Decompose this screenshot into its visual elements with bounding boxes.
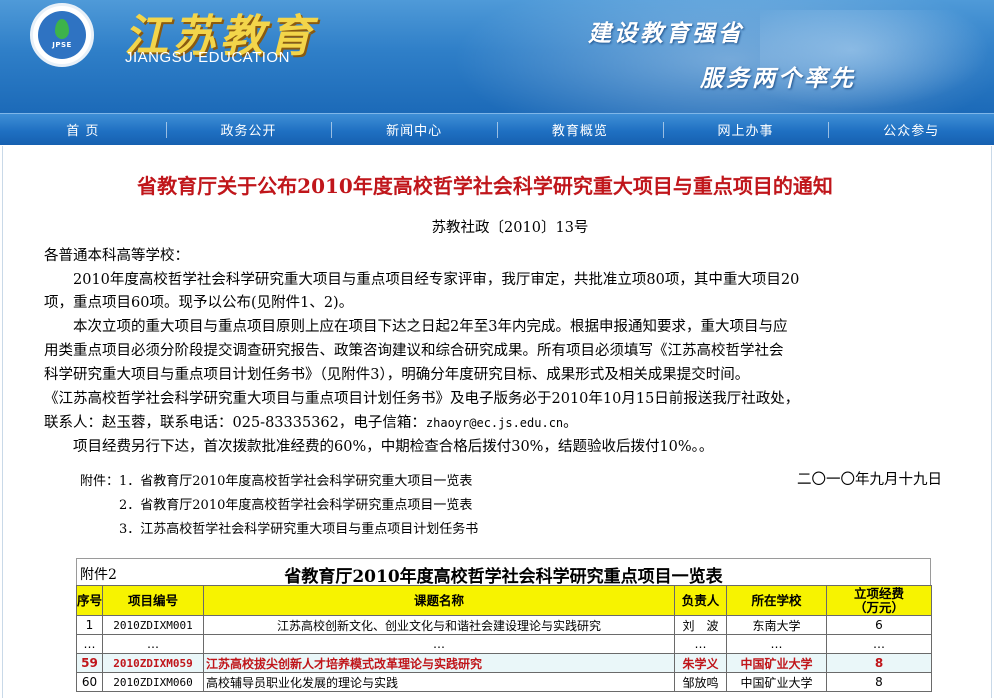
header-no: 序号 [76, 585, 103, 616]
cell-code: 2010ZDIXM059 [102, 653, 204, 673]
table-row-highlighted: 59 2010ZDIXM059 江苏高校拔尖创新人才培养模式改革理论与实践研究 … [76, 653, 932, 673]
cell-fund: 6 [826, 615, 932, 635]
paragraph-2-line-4: 《江苏高校哲学社会科学研究重大项目与重点项目计划任务书》及电子版务必于2010年… [44, 391, 800, 407]
header-leader: 负责人 [674, 585, 727, 616]
salutation: 各普通本科高等学校： [44, 248, 189, 264]
cell-leader: 邹放鸣 [674, 672, 727, 692]
table-caption: 省教育厅2010年度高校哲学社会科学研究重点项目一览表 [284, 567, 723, 587]
table-row: 1 2010ZDIXM001 江苏高校创新文化、创业文化与和谐社会建设理论与实践… [76, 615, 932, 635]
contact-end: 。 [563, 415, 578, 431]
header-code: 项目编号 [102, 585, 204, 616]
cell-leader: 朱学义 [674, 653, 727, 673]
attachment-link-2[interactable]: 2．省教育厅2010年度高校哲学社会科学研究重点项目一览表 [80, 494, 472, 513]
attachment-link-1[interactable]: 附件：1．省教育厅2010年度高校哲学社会科学研究重大项目一览表 [80, 470, 472, 489]
header-fund-line-2: （万元） [853, 599, 904, 615]
cell-code: 2010ZDIXM001 [102, 615, 204, 635]
cell-topic: 江苏高校拔尖创新人才培养模式改革理论与实践研究 [203, 653, 675, 673]
cell-no: … [76, 634, 103, 654]
nav-item-public-participation[interactable]: 公众参与 [828, 114, 994, 145]
paragraph-3: 项目经费另行下达，首次拨款批准经费的60%，中期检查合格后拨付30%，结题验收后… [44, 439, 714, 455]
header-banner: JPSE 江苏教育 JIANGSU EDUCATION 建设教育强省 服务两个率… [0, 0, 994, 113]
nav-item-home[interactable]: 首 页 [0, 114, 166, 145]
cell-leader: … [674, 634, 727, 654]
cell-code: 2010ZDIXM060 [102, 672, 204, 692]
nav-item-government-affairs[interactable]: 政务公开 [165, 114, 332, 145]
header-school: 所在学校 [726, 585, 827, 616]
slogan-1: 建设教育强省 [588, 21, 744, 47]
project-table: 序号 项目编号 课题名称 负责人 所在学校 立项经费 （万元） 1 2010ZDI… [76, 585, 932, 692]
cell-school: … [726, 634, 827, 654]
leaf-icon [55, 19, 69, 39]
header-fund-line-1: 立项经费 [853, 585, 904, 601]
article-title: 省教育厅关于公布2010年度高校哲学社会科学研究重大项目与重点项目的通知 [137, 174, 833, 198]
cell-fund: 8 [826, 672, 932, 692]
logo-abbr: JPSE [52, 41, 72, 49]
paragraph-2-line-2: 用类重点项目必须分阶段提交调查研究报告、政策咨询建议和综合研究成果。所有项目必须… [44, 343, 784, 359]
site-title-en: JIANGSU EDUCATION [125, 49, 290, 66]
cell-no: 60 [76, 672, 103, 692]
header-topic: 课题名称 [203, 585, 675, 616]
cell-leader: 刘 波 [674, 615, 727, 635]
cell-no: 59 [76, 653, 103, 673]
attachment-link-3[interactable]: 3．江苏高校哲学社会科学研究重大项目与重点项目计划任务书 [80, 518, 478, 537]
cell-code: … [102, 634, 204, 654]
cell-topic: … [203, 634, 675, 654]
cell-topic: 江苏高校创新文化、创业文化与和谐社会建设理论与实践研究 [203, 615, 675, 635]
table-caption-bar: 附件2 省教育厅2010年度高校哲学社会科学研究重点项目一览表 [76, 558, 931, 587]
paragraph-2-line-3: 科学研究重大项目与重点项目计划任务书》（见附件3），明确分年度研究目标、成果形式… [44, 367, 750, 383]
site-logo[interactable]: JPSE [30, 3, 94, 67]
email-address[interactable]: zhaoyr@ec.js.edu.cn [426, 416, 563, 430]
project-table-container: 附件2 省教育厅2010年度高校哲学社会科学研究重点项目一览表 序号 项目编号 … [76, 558, 932, 692]
header-fund: 立项经费 （万元） [826, 585, 932, 616]
cell-fund: … [826, 634, 932, 654]
logo-emblem: JPSE [38, 11, 86, 59]
paragraph-1-line-1: 2010年度高校哲学社会科学研究重大项目与重点项目经专家评审，我厅审定，共批准立… [44, 272, 800, 288]
cell-topic: 高校辅导员职业化发展的理论与实践 [203, 672, 675, 692]
cell-school: 中国矿业大学 [726, 672, 827, 692]
issue-date: 二〇一〇年九月十九日 [797, 472, 942, 488]
document-number: 苏教社政〔2010〕13号 [431, 220, 589, 236]
paragraph-1-line-2: 项，重点项目60项。现予以公布(见附件1、2)。 [44, 295, 354, 311]
main-nav: 首 页 政务公开 新闻中心 教育概览 网上办事 公众参与 [0, 113, 994, 145]
cell-school: 东南大学 [726, 615, 827, 635]
contact-text: 联系人：赵玉蓉，联系电话：025-83335362，电子信箱： [44, 415, 426, 431]
table-row: 60 2010ZDIXM060 高校辅导员职业化发展的理论与实践 邹放鸣 中国矿… [76, 672, 932, 692]
table-row: … … … … … … [76, 634, 932, 654]
paragraph-2-line-5: 联系人：赵玉蓉，联系电话：025-83335362，电子信箱：zhaoyr@ec… [44, 412, 964, 435]
nav-item-online-services[interactable]: 网上办事 [662, 114, 829, 145]
cell-no: 1 [76, 615, 103, 635]
table-header-row: 序号 项目编号 课题名称 负责人 所在学校 立项经费 （万元） [76, 585, 932, 616]
nav-item-education-overview[interactable]: 教育概览 [497, 114, 663, 145]
cell-school: 中国矿业大学 [726, 653, 827, 673]
paragraph-2-line-1: 本次立项的重大项目与重点项目原则上应在项目下达之日起2年至3年内完成。根据申报通… [44, 319, 788, 335]
slogan-2: 服务两个率先 [700, 66, 856, 92]
nav-item-news[interactable]: 新闻中心 [331, 114, 497, 145]
cell-fund: 8 [826, 653, 932, 673]
